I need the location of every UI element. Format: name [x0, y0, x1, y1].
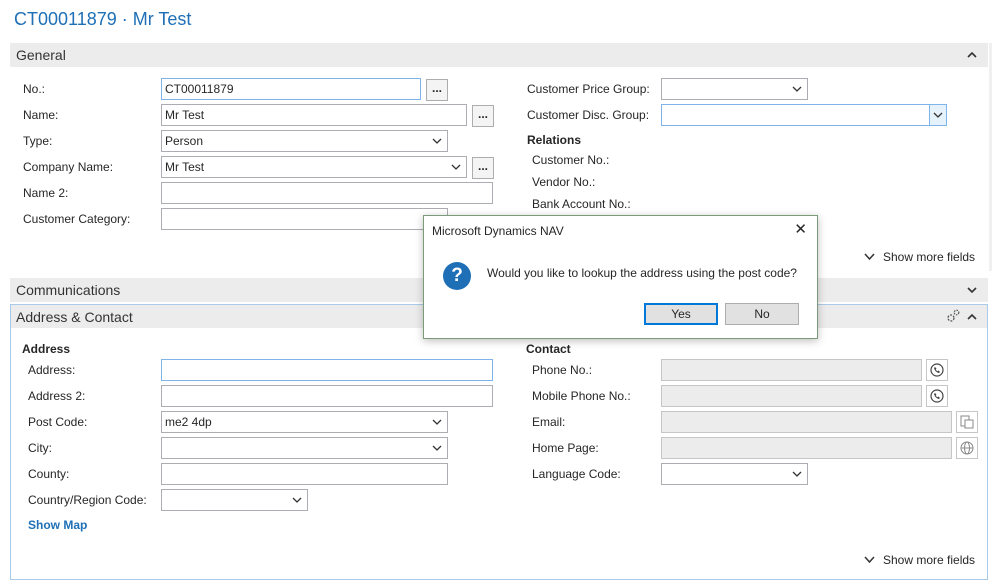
no-label: No.: [23, 82, 46, 96]
send-email-button[interactable] [956, 411, 978, 433]
dropdown-button[interactable] [929, 105, 946, 125]
phone-label: Phone No.: [532, 363, 593, 377]
post-code-value: me2 4dp [165, 415, 212, 429]
show-more-fields-label: Show more fields [883, 250, 976, 264]
customer-disc-group-select[interactable] [661, 104, 947, 126]
chevron-down-icon [792, 471, 802, 477]
address2-field[interactable] [161, 385, 493, 407]
chevron-down-icon [933, 112, 943, 118]
section-header-general[interactable]: General [10, 43, 988, 67]
language-code-select[interactable] [661, 463, 808, 485]
name2-label: Name 2: [23, 186, 69, 200]
type-value: Person [165, 134, 204, 148]
country-select[interactable] [161, 489, 308, 511]
name2-field[interactable] [161, 182, 493, 204]
yes-button[interactable]: Yes [644, 303, 718, 325]
phone-field[interactable] [661, 359, 922, 381]
customize-icon[interactable] [945, 308, 961, 324]
chevron-down-icon [432, 138, 442, 144]
email-icon [960, 415, 974, 429]
name-lookup-button[interactable]: ... [472, 105, 494, 127]
customer-category-select[interactable] [161, 208, 448, 230]
relations-heading: Relations [527, 133, 582, 147]
phone-icon [930, 389, 944, 403]
relations-customer-no-label: Customer No.: [532, 153, 610, 167]
mobile-label: Mobile Phone No.: [532, 389, 631, 403]
country-label: Country/Region Code: [28, 493, 147, 507]
open-homepage-button[interactable] [956, 437, 978, 459]
customer-category-label: Customer Category: [23, 212, 131, 226]
relations-vendor-no-label: Vendor No.: [532, 175, 596, 189]
county-field[interactable] [161, 463, 448, 485]
customer-disc-group-label: Customer Disc. Group: [527, 108, 650, 122]
phone-call-button[interactable] [926, 359, 948, 381]
chevron-down-icon [292, 497, 302, 503]
company-name-select[interactable]: Mr Test [161, 156, 467, 178]
dialog-title: Microsoft Dynamics NAV [432, 224, 564, 238]
section-title-general: General [16, 47, 66, 63]
county-label: County: [28, 467, 70, 481]
globe-icon [960, 441, 974, 455]
city-label: City: [28, 441, 52, 455]
show-more-fields-label: Show more fields [883, 553, 976, 567]
type-label: Type: [23, 134, 53, 148]
mobile-call-button[interactable] [926, 385, 948, 407]
mobile-field[interactable] [661, 385, 922, 407]
chevron-down-icon [864, 556, 875, 564]
company-name-lookup-button[interactable]: ... [472, 157, 494, 179]
chevron-down-icon [864, 253, 875, 261]
homepage-label: Home Page: [532, 441, 599, 455]
homepage-field[interactable] [661, 437, 952, 459]
no-button[interactable]: No [725, 303, 799, 325]
chevron-down-icon [432, 445, 442, 451]
address2-label: Address 2: [28, 389, 86, 403]
post-code-select[interactable]: me2 4dp [161, 411, 448, 433]
name-label: Name: [23, 108, 59, 122]
name-field[interactable]: Mr Test [161, 104, 467, 126]
language-code-label: Language Code: [532, 467, 621, 481]
question-icon: ? [443, 262, 471, 290]
chevron-up-icon[interactable] [966, 49, 978, 61]
phone-icon [930, 363, 944, 377]
company-name-value: Mr Test [165, 160, 205, 174]
type-select[interactable]: Person [161, 130, 448, 152]
customer-price-group-select[interactable] [661, 78, 808, 100]
close-icon[interactable]: ✕ [794, 221, 807, 239]
relations-bank-account-label: Bank Account No.: [532, 197, 631, 211]
no-field[interactable]: CT00011879 [161, 78, 421, 100]
customer-price-group-label: Customer Price Group: [527, 82, 650, 96]
show-map-link[interactable]: Show Map [28, 518, 87, 532]
chevron-down-icon [432, 419, 442, 425]
contact-heading: Contact [526, 342, 571, 356]
chevron-down-icon [451, 164, 461, 170]
section-title-address-contact: Address & Contact [16, 309, 133, 325]
address-heading: Address [22, 342, 71, 356]
email-label: Email: [532, 415, 566, 429]
city-select[interactable] [161, 437, 448, 459]
page-title: CT00011879 · Mr Test [14, 9, 192, 29]
confirm-dialog: Microsoft Dynamics NAV ✕ ? Would you lik… [423, 215, 818, 339]
chevron-up-icon[interactable] [966, 311, 978, 323]
email-field[interactable] [661, 411, 952, 433]
chevron-down-icon[interactable] [966, 284, 978, 296]
no-lookup-button[interactable]: ... [426, 79, 448, 101]
company-name-label: Company Name: [23, 160, 114, 174]
dialog-message: Would you like to lookup the address usi… [487, 266, 797, 280]
post-code-label: Post Code: [28, 415, 88, 429]
chevron-down-icon [792, 86, 802, 92]
section-title-communications: Communications [16, 282, 121, 298]
address-label: Address: [28, 363, 76, 377]
address-field[interactable] [161, 359, 493, 381]
